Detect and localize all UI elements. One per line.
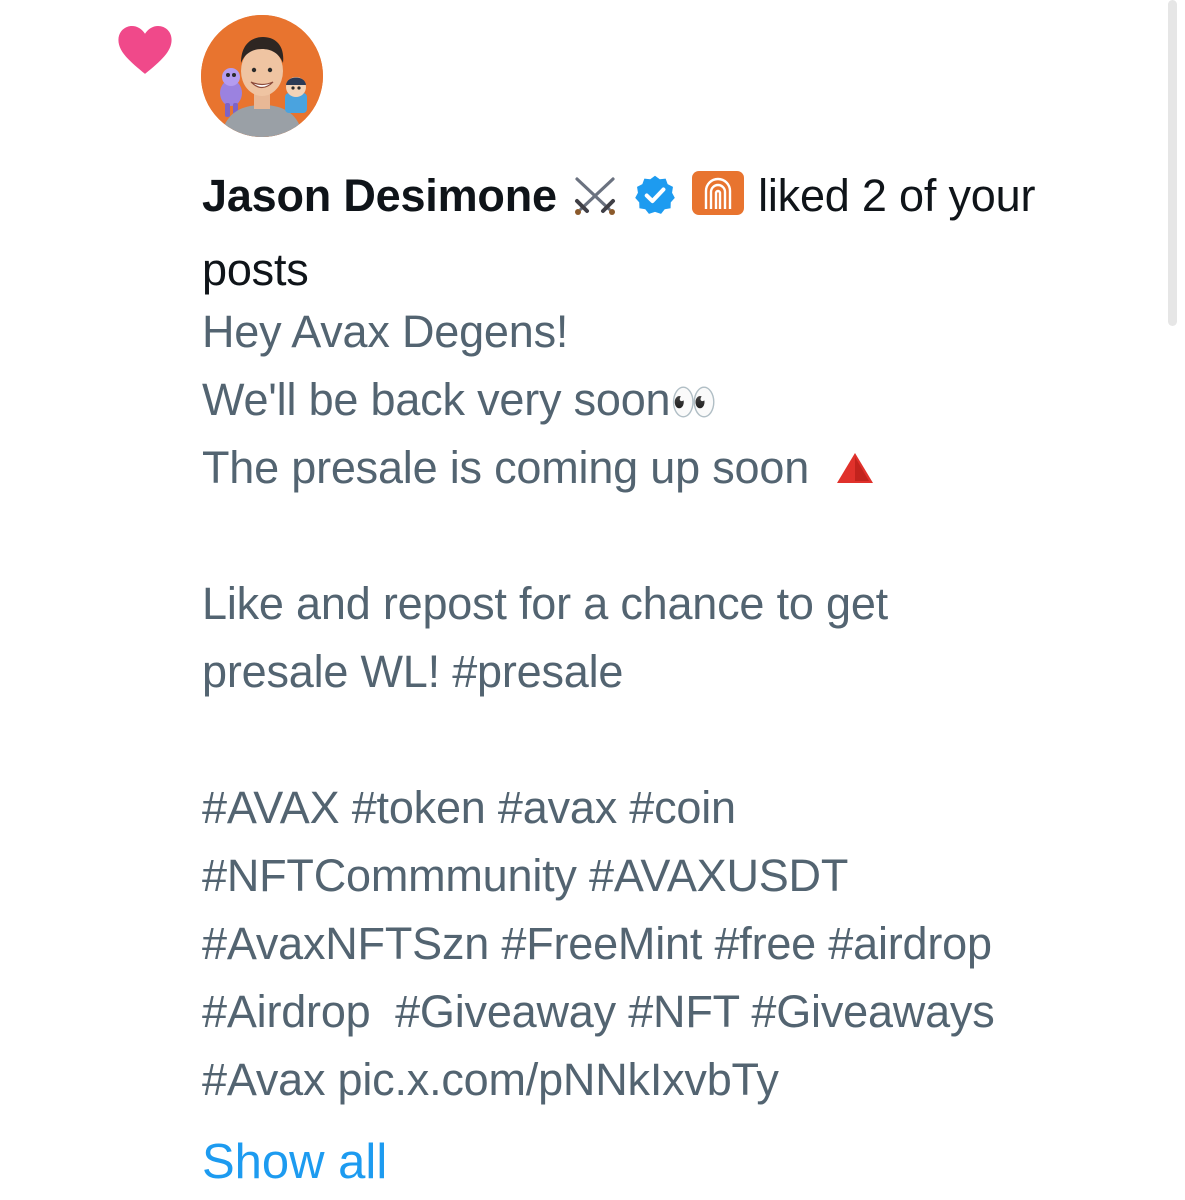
notification-text: Jason Desimone liked 2 of your posts — [202, 162, 1162, 304]
post-line-blank — [202, 706, 1162, 774]
avatar[interactable] — [201, 15, 323, 137]
avatar-image — [201, 15, 323, 137]
notification-item[interactable]: Jason Desimone liked 2 of your posts Hey… — [0, 0, 1185, 1200]
show-all-link[interactable]: Show all — [202, 1128, 387, 1196]
red-triangle-emoji — [835, 436, 875, 504]
post-line-blank — [202, 502, 1162, 570]
heart-icon — [118, 26, 172, 74]
affiliate-badge-icon[interactable] — [690, 168, 746, 236]
post-hashtags-line: #Avax pic.x.com/pNNkIxvbTy — [202, 1054, 779, 1105]
action-text: liked 2 of your — [758, 170, 1036, 221]
action-text-continued: posts — [202, 244, 309, 295]
verified-badge-icon[interactable] — [633, 168, 677, 236]
post-line: We'll be back very soon👀 — [202, 374, 718, 425]
post-hashtags-line: #AVAX #token #avax #coin — [202, 782, 736, 833]
post-line: Like and repost for a chance to get — [202, 578, 888, 629]
scrollbar[interactable] — [1168, 0, 1177, 326]
post-line: Hey Avax Degens! — [202, 306, 569, 357]
post-line: presale WL! #presale — [202, 646, 624, 697]
post-line: The presale is coming up soon — [202, 434, 1162, 502]
post-hashtags-line: #NFTCommmunity #AVAXUSDT — [202, 850, 849, 901]
eyes-emoji: 👀 — [670, 382, 718, 424]
crossed-swords-icon — [569, 168, 621, 236]
post-hashtags-line: #Airdrop #Giveaway #NFT #Giveaways — [202, 986, 995, 1037]
user-name[interactable]: Jason Desimone — [202, 170, 557, 221]
post-hashtags-line: #AvaxNFTSzn #FreeMint #free #airdrop — [202, 918, 992, 969]
post-preview[interactable]: Hey Avax Degens! We'll be back very soon… — [202, 298, 1162, 1114]
